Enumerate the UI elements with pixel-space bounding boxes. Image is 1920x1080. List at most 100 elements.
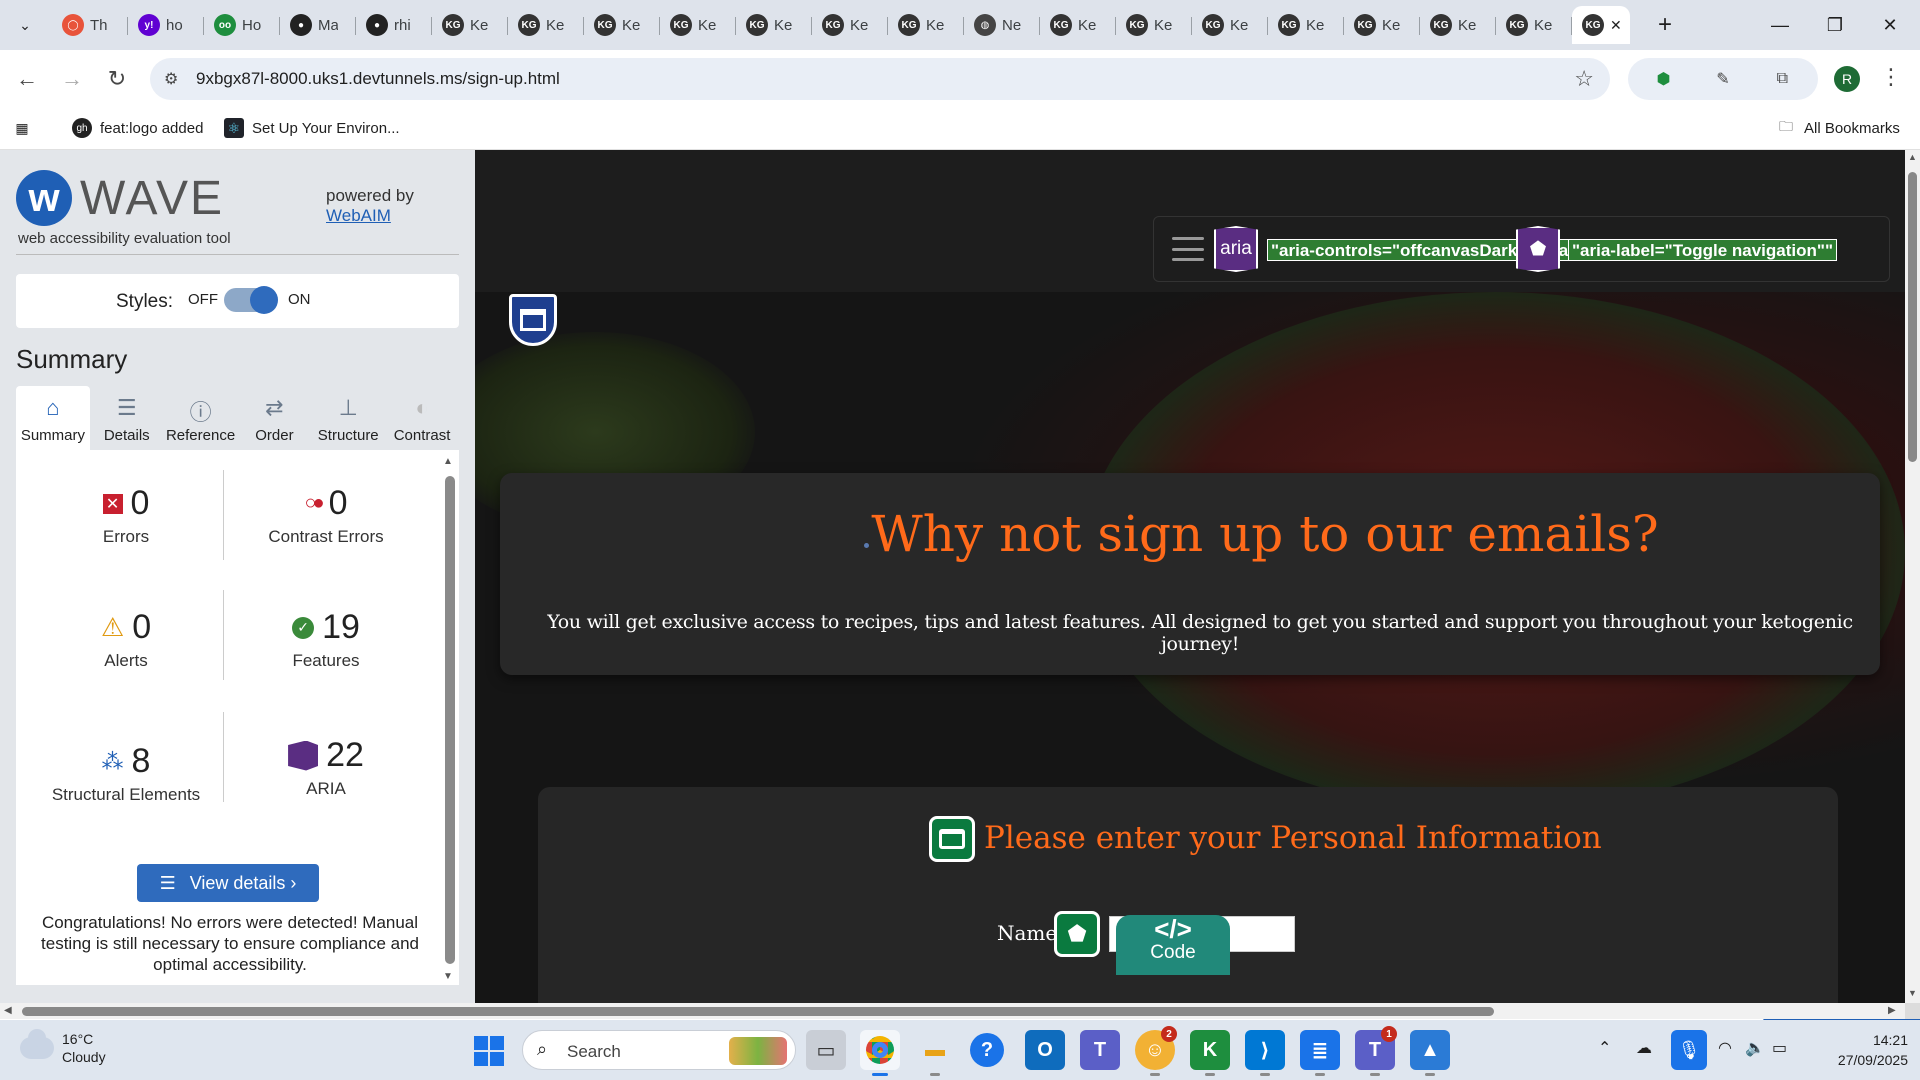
browser-tab-active[interactable]: KG ✕ [1572, 6, 1630, 44]
wave-label-tag-icon[interactable]: ⬟ [1054, 911, 1100, 957]
browser-tab[interactable]: oo Ho [204, 6, 280, 44]
structural-stat[interactable]: ⁂ 8 Structural Elements [26, 742, 226, 805]
all-bookmarks[interactable]: 🗀 All Bookmarks [1776, 118, 1900, 138]
contrast-errors-stat[interactable]: ○● 0 Contrast Errors [226, 484, 426, 547]
onedrive-icon[interactable]: ☁ [1636, 1038, 1652, 1058]
browser-tab[interactable]: KG Ke [660, 6, 736, 44]
bookmark-setup-environ[interactable]: ⚛ Set Up Your Environ... [224, 118, 400, 138]
task-view-icon[interactable]: ▭ [806, 1030, 846, 1070]
wave-structure-icon[interactable] [509, 294, 557, 346]
wave-aria-label-icon[interactable]: ⬟ [1516, 226, 1560, 272]
browser-tab[interactable]: KG Ke [1344, 6, 1420, 44]
weather-widget[interactable]: 16°C Cloudy [20, 1029, 106, 1066]
profile-avatar[interactable]: R [1834, 66, 1860, 92]
reload-icon[interactable]: ↻ [102, 64, 132, 94]
teams-icon[interactable]: T [1080, 1030, 1120, 1070]
wave-tab-summary[interactable]: ⌂ Summary [16, 386, 90, 450]
wave-tab-order[interactable]: ⇄ Order [237, 386, 311, 450]
file-explorer-icon[interactable]: ▬ [915, 1030, 955, 1076]
wave-tab-contrast[interactable]: ◐ Contrast [385, 386, 459, 450]
browser-tab[interactable]: ● rhi [356, 6, 432, 44]
restore-icon[interactable]: ❐ [1805, 0, 1865, 50]
new-tab-icon[interactable]: + [1650, 10, 1680, 40]
back-icon[interactable]: ← [12, 64, 42, 94]
copilot-icon[interactable]: ☺ 2 [1135, 1026, 1177, 1076]
browser-tab[interactable]: KG Ke [1420, 6, 1496, 44]
page-horizontal-scrollbar[interactable]: ◀ ▶ [0, 1003, 1905, 1019]
battery-icon[interactable]: ▭ [1772, 1038, 1787, 1058]
tab-search-icon[interactable]: ⌄ [10, 10, 40, 40]
microphone-icon[interactable]: 🎙 [1671, 1030, 1707, 1070]
outlook-icon[interactable]: O [1025, 1030, 1065, 1070]
wifi-icon[interactable]: ◠ [1718, 1038, 1732, 1058]
browser-tab[interactable]: KG Ke [1040, 6, 1116, 44]
code-toggle-badge[interactable]: </> Code [1116, 915, 1230, 975]
hamburger-icon[interactable] [1172, 237, 1204, 261]
browser-tab[interactable]: KG Ke [888, 6, 964, 44]
chrome-icon[interactable] [860, 1030, 900, 1076]
browser-tab[interactable]: KG Ke [1192, 6, 1268, 44]
eyedropper-extension-icon[interactable]: ✎ [1710, 66, 1736, 92]
browser-tab[interactable]: ● Ma [280, 6, 356, 44]
browser-tab[interactable]: KG Ke [508, 6, 584, 44]
vscode-icon[interactable]: ⟩ [1245, 1030, 1285, 1076]
wave-tab-structure[interactable]: ⊥ Structure [311, 386, 385, 450]
scroll-down-icon[interactable]: ▼ [443, 971, 453, 982]
apps-grid-icon[interactable]: ▦ [12, 118, 32, 138]
navbar-toggler[interactable]: aria "aria-controls="offcanvasDarkNavbar… [1153, 216, 1890, 282]
scroll-thumb[interactable] [22, 1007, 1494, 1016]
aria-stat[interactable]: 22 ARIA [226, 736, 426, 799]
browser-tab[interactable]: KG Ke [736, 6, 812, 44]
scroll-down-icon[interactable]: ▼ [1908, 988, 1917, 998]
minimize-icon[interactable]: — [1750, 0, 1810, 50]
forward-icon[interactable]: → [57, 64, 87, 94]
styles-toggle[interactable] [224, 286, 278, 314]
scroll-thumb[interactable] [1908, 172, 1917, 462]
wave-aria-icon[interactable]: aria [1214, 226, 1258, 272]
wave-tab-details[interactable]: ☰ Details [90, 386, 164, 450]
scroll-right-icon[interactable]: ▶ [1888, 1005, 1896, 1016]
notepad-icon[interactable]: ≣ [1300, 1030, 1340, 1076]
bookmark-feat-logo[interactable]: gh feat:logo added [72, 118, 203, 138]
features-stat[interactable]: ✓ 19 Features [226, 608, 426, 671]
browser-tab[interactable]: KG Ke [1116, 6, 1192, 44]
taskbar-search[interactable]: ⌕ Search [522, 1030, 796, 1070]
shield-extension-icon[interactable]: ⬢ [1651, 66, 1677, 92]
wave-fieldset-icon[interactable] [929, 816, 975, 862]
page-vertical-scrollbar[interactable]: ▲ ▼ [1905, 150, 1920, 1003]
photos-icon[interactable]: ▲ [1410, 1030, 1450, 1076]
scroll-left-icon[interactable]: ◀ [4, 1005, 12, 1016]
bookmark-star-icon[interactable]: ☆ [1574, 66, 1594, 92]
browser-tab[interactable]: KG Ke [1268, 6, 1344, 44]
errors-stat[interactable]: ✕ 0 Errors [26, 484, 226, 547]
url-text[interactable]: 9xbgx87l-8000.uks1.devtunnels.ms/sign-up… [196, 69, 560, 89]
start-icon[interactable] [474, 1036, 504, 1066]
volume-icon[interactable]: 🔈 [1745, 1038, 1765, 1058]
clock[interactable]: 14:21 27/09/2025 [1818, 1030, 1908, 1070]
alerts-stat[interactable]: ⚠ 0 Alerts [26, 608, 226, 671]
kotlin-app-icon[interactable]: K [1190, 1030, 1230, 1076]
address-bar[interactable]: ⚙ 9xbgx87l-8000.uks1.devtunnels.ms/sign-… [150, 58, 1610, 100]
browser-tab[interactable]: ◯ Th [52, 6, 128, 44]
browser-tab[interactable]: y! ho [128, 6, 204, 44]
browser-tab[interactable]: KG Ke [432, 6, 508, 44]
close-tab-icon[interactable]: ✕ [1610, 17, 1622, 34]
help-icon[interactable]: ? [970, 1033, 1004, 1067]
scroll-up-icon[interactable]: ▲ [443, 456, 453, 467]
browser-tab[interactable]: ◍ Ne [964, 6, 1040, 44]
webaim-link[interactable]: WebAIM [326, 206, 391, 225]
browser-tab[interactable]: KG Ke [1496, 6, 1572, 44]
scroll-up-icon[interactable]: ▲ [1908, 152, 1917, 162]
teams-work-icon[interactable]: T1 [1355, 1026, 1397, 1076]
wave-scrollbar[interactable]: ▲ ▼ [443, 456, 457, 984]
browser-menu-icon[interactable]: ⋮ [1880, 64, 1902, 90]
browser-tab[interactable]: KG Ke [812, 6, 888, 44]
browser-tab[interactable]: KG Ke [584, 6, 660, 44]
close-window-icon[interactable]: ✕ [1860, 0, 1920, 50]
site-info-icon[interactable]: ⚙ [164, 69, 178, 89]
scroll-thumb[interactable] [445, 476, 455, 964]
tray-chevron-icon[interactable]: ⌃ [1598, 1038, 1611, 1058]
view-details-button[interactable]: ☰ View details › [137, 864, 319, 902]
wave-tab-reference[interactable]: ⓘ Reference [164, 386, 238, 450]
puzzle-extensions-icon[interactable]: ⧉ [1769, 66, 1795, 92]
